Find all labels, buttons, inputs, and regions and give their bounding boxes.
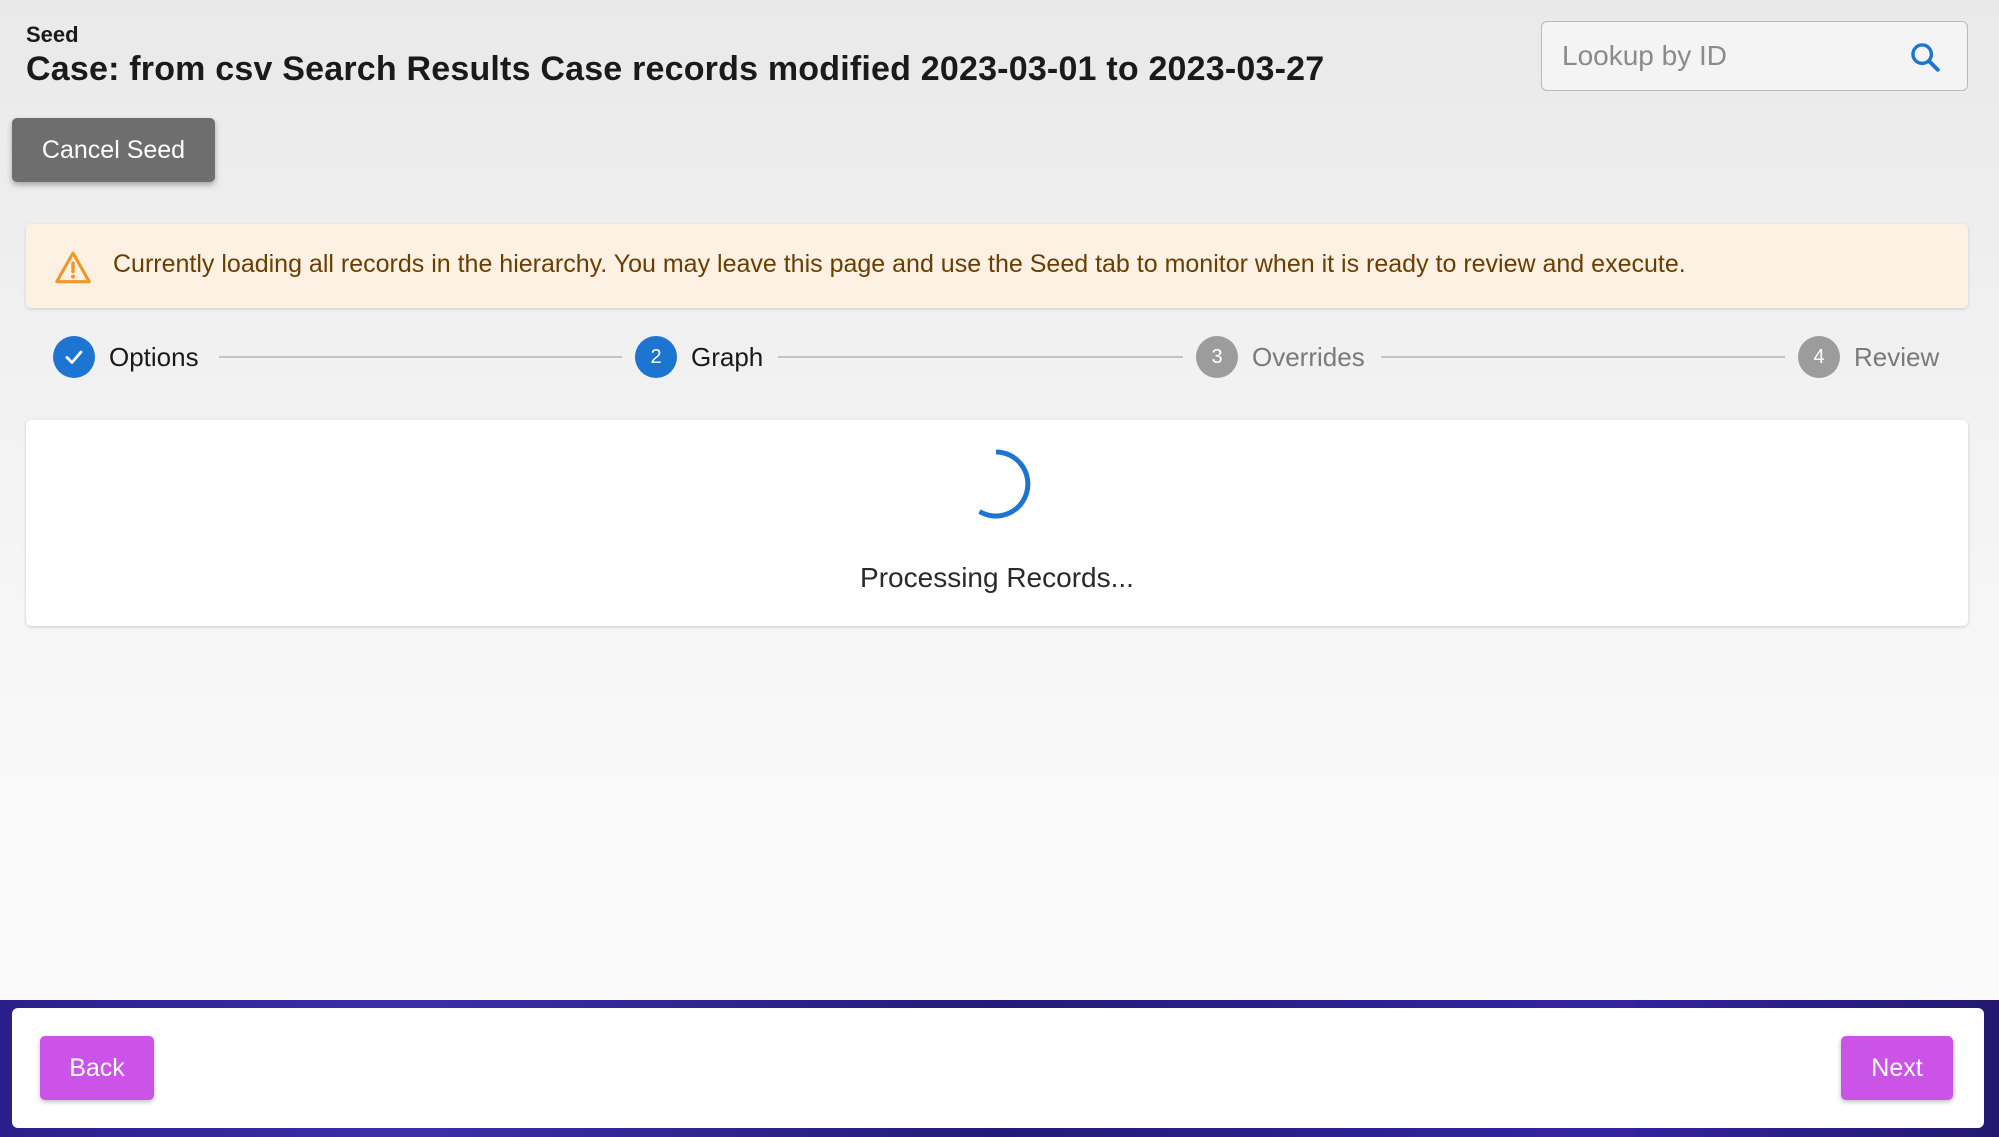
lookup-input[interactable] [1562, 36, 1892, 76]
next-button[interactable]: Next [1841, 1036, 1953, 1100]
stepper-connector [1381, 356, 1785, 358]
step-label: Overrides [1252, 341, 1365, 372]
alert-message: Currently loading all records in the hie… [113, 250, 1686, 278]
loading-spinner-icon [978, 449, 1031, 519]
step-number: 3 [1196, 336, 1238, 378]
search-icon[interactable] [1908, 40, 1942, 74]
step-graph[interactable]: 2 Graph [635, 336, 763, 378]
step-label: Review [1854, 341, 1940, 372]
stepper-connector [778, 356, 1183, 358]
step-number: 4 [1798, 336, 1840, 378]
step-review[interactable]: 4 Review [1798, 336, 1939, 378]
step-label: Graph [691, 341, 764, 372]
cancel-seed-button[interactable]: Cancel Seed [12, 118, 215, 182]
stepper-connector [219, 356, 622, 358]
lookup-by-id-field[interactable] [1541, 21, 1968, 91]
processing-status-text: Processing Records... [860, 562, 1134, 593]
step-overrides[interactable]: 3 Overrides [1196, 336, 1365, 378]
warning-icon [55, 251, 91, 284]
step-number: 2 [635, 336, 677, 378]
step-options[interactable]: Options [53, 336, 199, 378]
loading-alert-banner: Currently loading all records in the hie… [26, 224, 1968, 308]
footer-bar [12, 1008, 1984, 1128]
back-button[interactable]: Back [40, 1036, 154, 1100]
step-label: Options [109, 341, 199, 372]
page-eyebrow: Seed [26, 22, 79, 47]
page-title: Case: from csv Search Results Case recor… [26, 50, 1325, 88]
check-icon [53, 336, 95, 378]
